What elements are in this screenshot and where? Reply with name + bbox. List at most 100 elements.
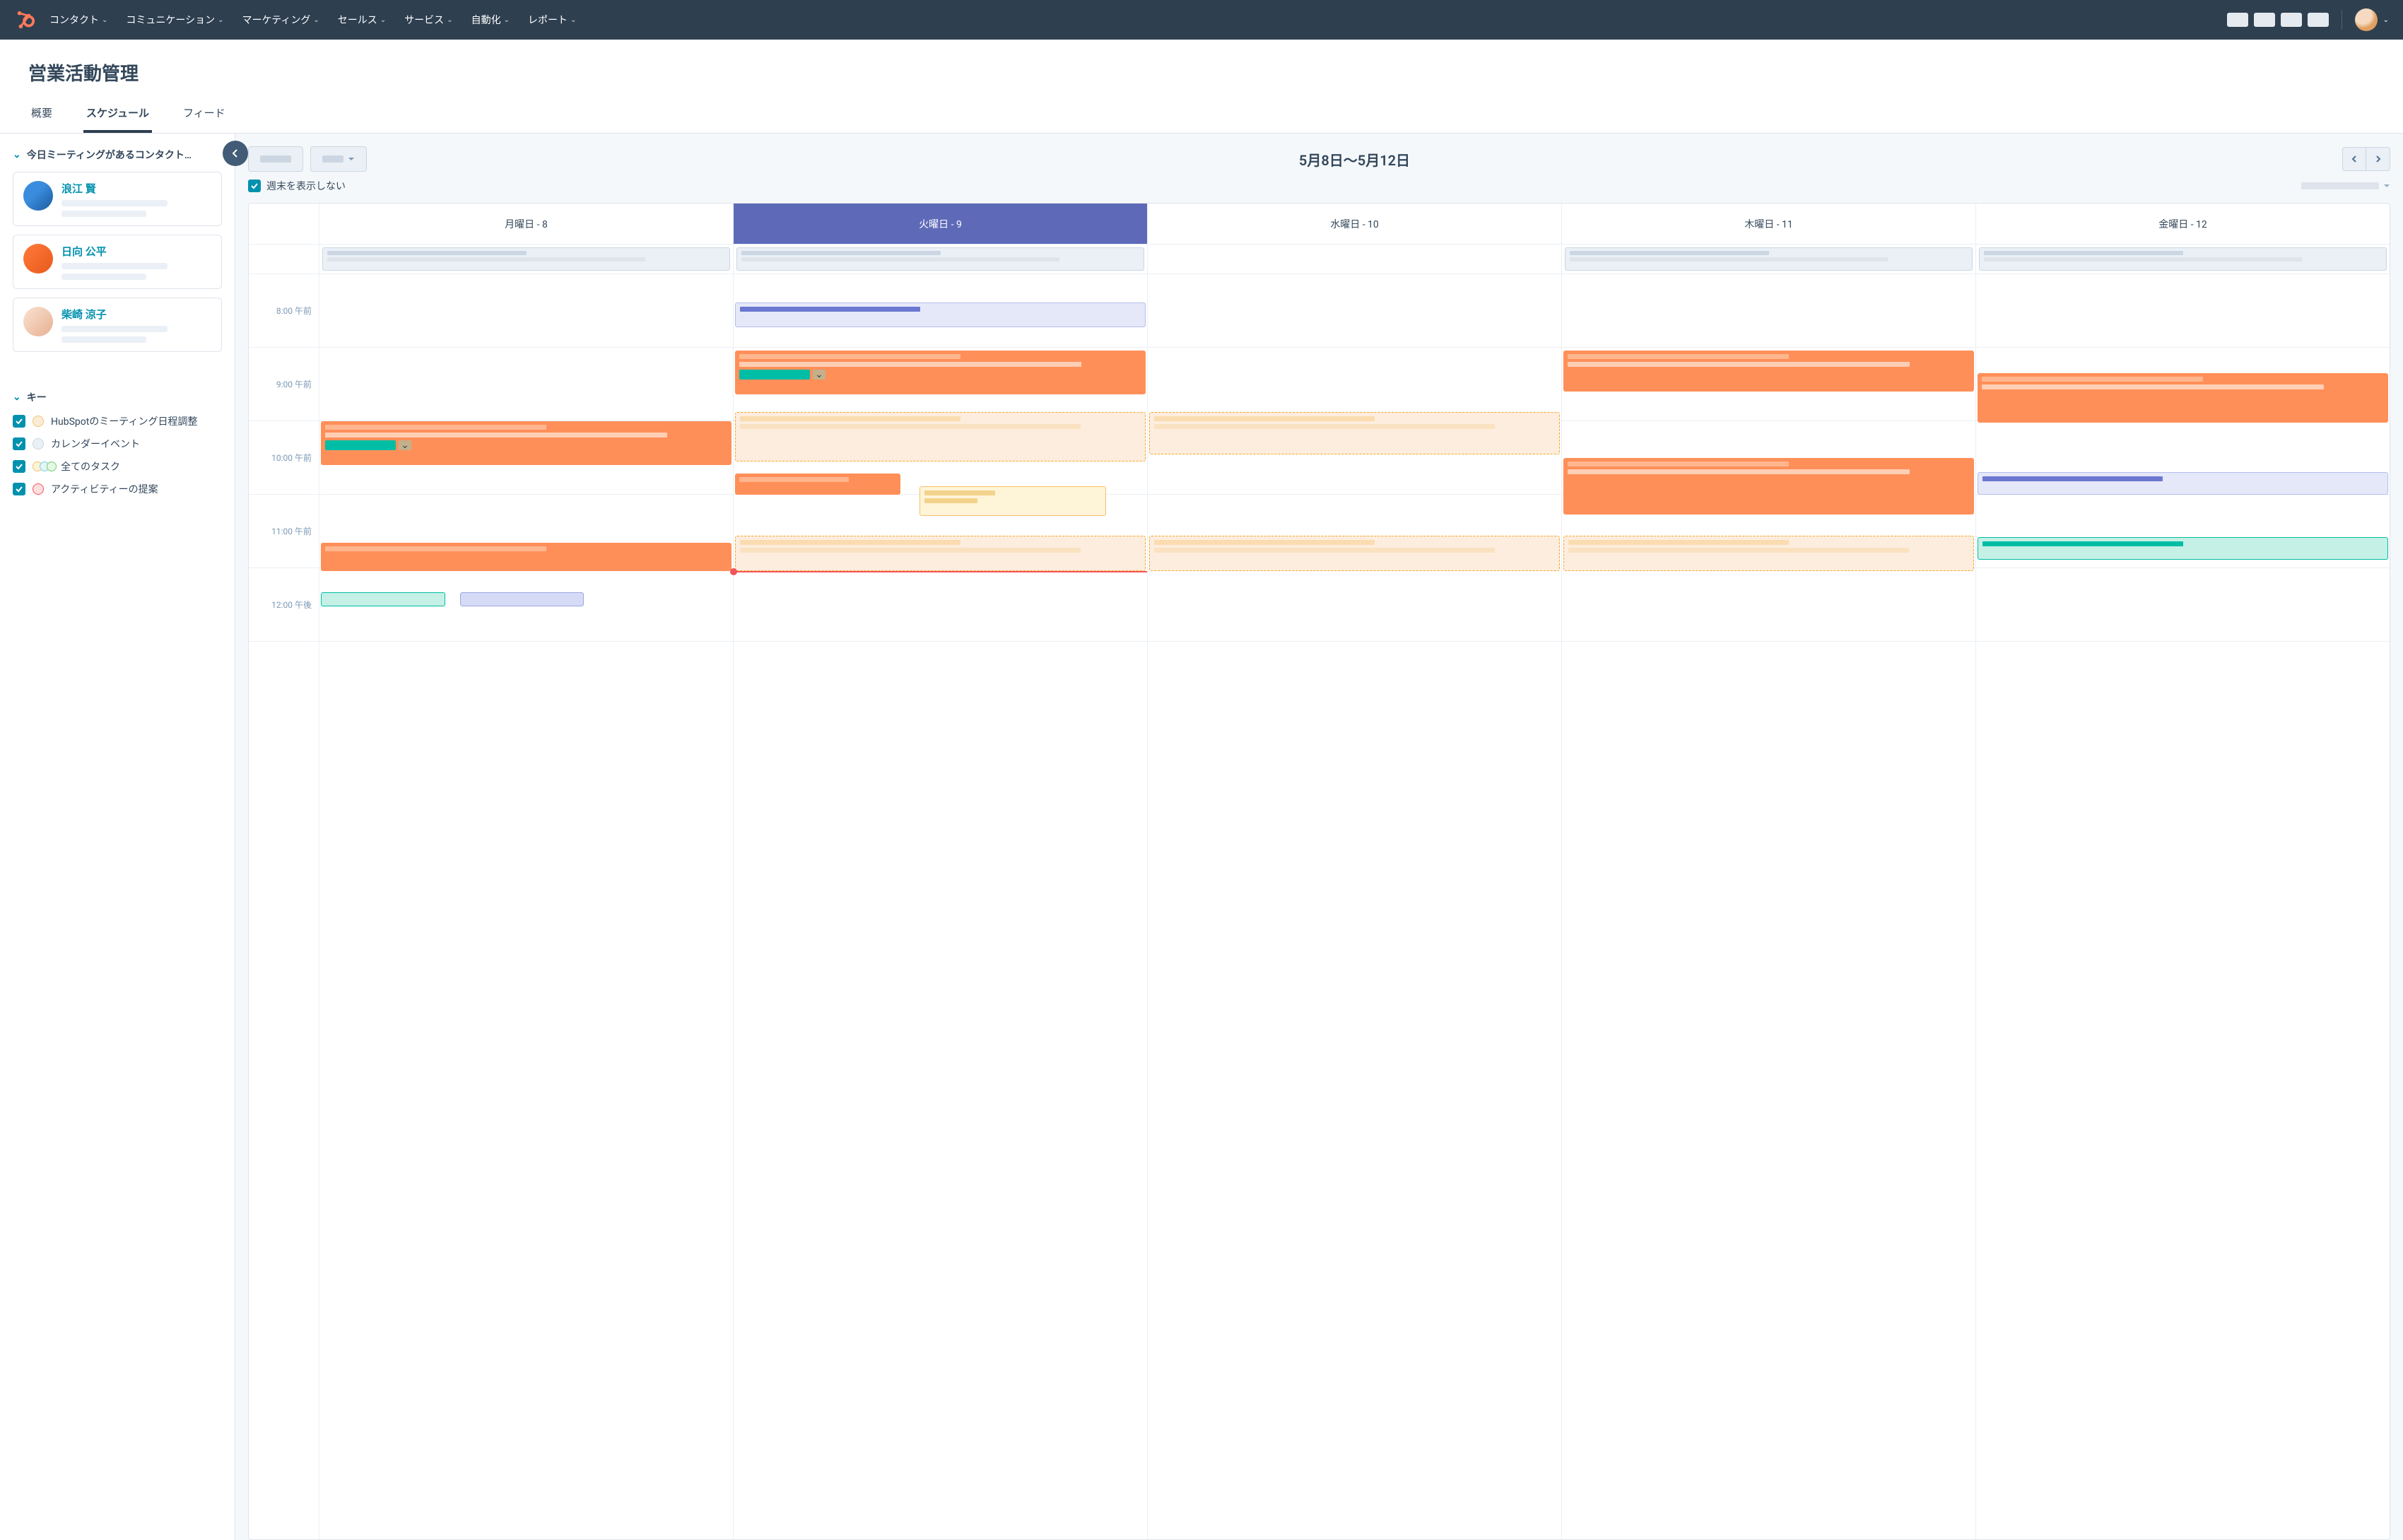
calendar-event[interactable] (460, 592, 584, 606)
calendar-event[interactable] (1978, 472, 2388, 495)
current-time-indicator (734, 571, 1147, 572)
toolbar-dropdown[interactable] (310, 146, 367, 172)
day-header[interactable]: 金曜日 - 12 (1976, 204, 2390, 245)
sidebar-meetings-header[interactable]: ⌄ 今日ミーティングがあるコンタクト… (13, 148, 222, 162)
chevron-down-icon (2383, 182, 2390, 189)
chevron-down-icon[interactable]: ⌄ (813, 370, 826, 380)
calendar-event[interactable] (321, 592, 445, 606)
day-col-wed: 水曜日 - 10 (1148, 204, 1562, 1539)
calendar-grid: 8:00 午前 9:00 午前 10:00 午前 11:00 午前 12:00 … (248, 203, 2390, 1540)
calendar-event[interactable] (1563, 536, 1974, 571)
key-item-tasks[interactable]: 全てのタスク (13, 459, 222, 474)
checkbox-icon[interactable] (13, 437, 25, 450)
chevron-down-icon: ⌄ (13, 149, 21, 160)
calendar-event[interactable] (1563, 351, 1974, 392)
swatch-group-icon (33, 462, 54, 471)
collapse-sidebar-button[interactable] (223, 141, 248, 166)
nav-action-1[interactable] (2227, 13, 2248, 27)
calendar-event[interactable] (1563, 458, 1974, 515)
day-header[interactable]: 月曜日 - 8 (319, 204, 733, 245)
day-col-fri: 金曜日 - 12 (1976, 204, 2390, 1539)
allday-event[interactable] (736, 247, 1144, 271)
sidebar-key-header[interactable]: ⌄ キー (13, 390, 222, 404)
checkbox-icon[interactable] (13, 483, 25, 495)
calendar-event[interactable] (735, 302, 1146, 327)
tab-bar: 概要 スケジュール フィード (0, 105, 2403, 134)
sidebar-meetings-label: 今日ミーティングがあるコンタクト… (27, 148, 192, 162)
chevron-down-icon: ⌄ (218, 16, 223, 24)
chevron-down-icon: ⌄ (504, 16, 510, 24)
allday-event[interactable] (1565, 247, 1973, 271)
nav-sales[interactable]: セールス⌄ (338, 13, 386, 27)
key-item-meetings[interactable]: HubSpotのミーティング日程調整 (13, 414, 222, 428)
page-title: 営業活動管理 (28, 59, 2375, 86)
chevron-down-icon: ⌄ (102, 16, 107, 24)
nav-marketing[interactable]: マーケティング⌄ (242, 13, 319, 27)
calendar-event[interactable] (735, 474, 900, 495)
time-label: 10:00 午前 (249, 421, 319, 495)
time-label: 9:00 午前 (249, 348, 319, 421)
prev-week-button[interactable] (2342, 147, 2366, 171)
view-selector[interactable] (2301, 182, 2390, 189)
calendar-event[interactable] (321, 543, 732, 571)
calendar-event[interactable] (735, 412, 1146, 462)
main-panel: 5月8日〜5月12日 週末を表示しない 8:00 午前 9: (235, 134, 2403, 1540)
calendar-event[interactable] (1149, 536, 1560, 571)
sidebar-key-label: キー (27, 390, 47, 404)
calendar-event[interactable] (1978, 537, 2388, 560)
checkbox-icon[interactable] (13, 415, 25, 428)
allday-event[interactable] (1979, 247, 2387, 271)
day-col-mon: 月曜日 - 8 ⌄ (319, 204, 734, 1539)
allday-event[interactable] (322, 247, 730, 271)
hide-weekend-checkbox[interactable]: 週末を表示しない (248, 179, 346, 193)
nav-service[interactable]: サービス⌄ (404, 13, 452, 27)
checkbox-icon[interactable] (13, 460, 25, 473)
user-avatar[interactable] (2355, 8, 2378, 31)
toolbar-button-1[interactable] (248, 146, 303, 172)
calendar-event[interactable] (920, 486, 1105, 516)
swatch-icon (33, 438, 44, 449)
nav-action-3[interactable] (2281, 13, 2302, 27)
key-item-activity[interactable]: アクティビティーの提案 (13, 482, 222, 496)
sidebar: ⌄ 今日ミーティングがあるコンタクト… 浪江 賢 日向 公平 柴崎 涼子 (0, 134, 235, 1540)
nav-action-2[interactable] (2254, 13, 2275, 27)
next-week-button[interactable] (2366, 147, 2390, 171)
nav-automation[interactable]: 自動化⌄ (471, 13, 510, 27)
nav-action-4[interactable] (2308, 13, 2329, 27)
nav-contacts[interactable]: コンタクト⌄ (49, 13, 107, 27)
day-col-thu: 木曜日 - 11 (1562, 204, 1976, 1539)
contact-name: 日向 公平 (61, 244, 211, 259)
hubspot-logo-icon[interactable] (14, 9, 35, 30)
day-header[interactable]: 火曜日 - 9 (734, 204, 1147, 245)
chevron-down-icon[interactable]: ⌄ (2383, 16, 2389, 24)
chevron-down-icon: ⌄ (13, 392, 21, 403)
nav-report[interactable]: レポート⌄ (528, 13, 576, 27)
calendar-event[interactable] (1978, 373, 2388, 423)
chevron-down-icon: ⌄ (447, 16, 452, 24)
date-range-title: 5月8日〜5月12日 (374, 149, 2335, 170)
nav-communication[interactable]: コミュニケーション⌄ (126, 13, 223, 27)
time-label: 11:00 午前 (249, 495, 319, 568)
chevron-down-icon: ⌄ (313, 16, 319, 24)
chevron-down-icon: ⌄ (570, 16, 576, 24)
contact-card[interactable]: 柴崎 涼子 (13, 298, 222, 352)
swatch-icon (33, 483, 44, 495)
top-nav: コンタクト⌄ コミュニケーション⌄ マーケティング⌄ セールス⌄ サービス⌄ 自… (0, 0, 2403, 40)
tab-overview[interactable]: 概要 (28, 105, 55, 133)
tab-feed[interactable]: フィード (180, 105, 228, 133)
checkbox-icon[interactable] (248, 180, 261, 192)
chevron-down-icon (348, 155, 355, 163)
contact-card[interactable]: 浪江 賢 (13, 172, 222, 226)
calendar-event[interactable]: ⌄ (321, 421, 732, 465)
tab-schedule[interactable]: スケジュール (83, 105, 152, 133)
day-header[interactable]: 水曜日 - 10 (1148, 204, 1561, 245)
chevron-down-icon: ⌄ (380, 16, 386, 24)
contact-card[interactable]: 日向 公平 (13, 235, 222, 289)
day-header[interactable]: 木曜日 - 11 (1562, 204, 1975, 245)
swatch-icon (33, 416, 44, 427)
key-item-calendar[interactable]: カレンダーイベント (13, 437, 222, 451)
calendar-event[interactable] (1149, 412, 1560, 454)
calendar-event[interactable] (735, 536, 1146, 571)
calendar-event[interactable]: ⌄ (735, 351, 1146, 394)
chevron-down-icon[interactable]: ⌄ (399, 440, 411, 450)
